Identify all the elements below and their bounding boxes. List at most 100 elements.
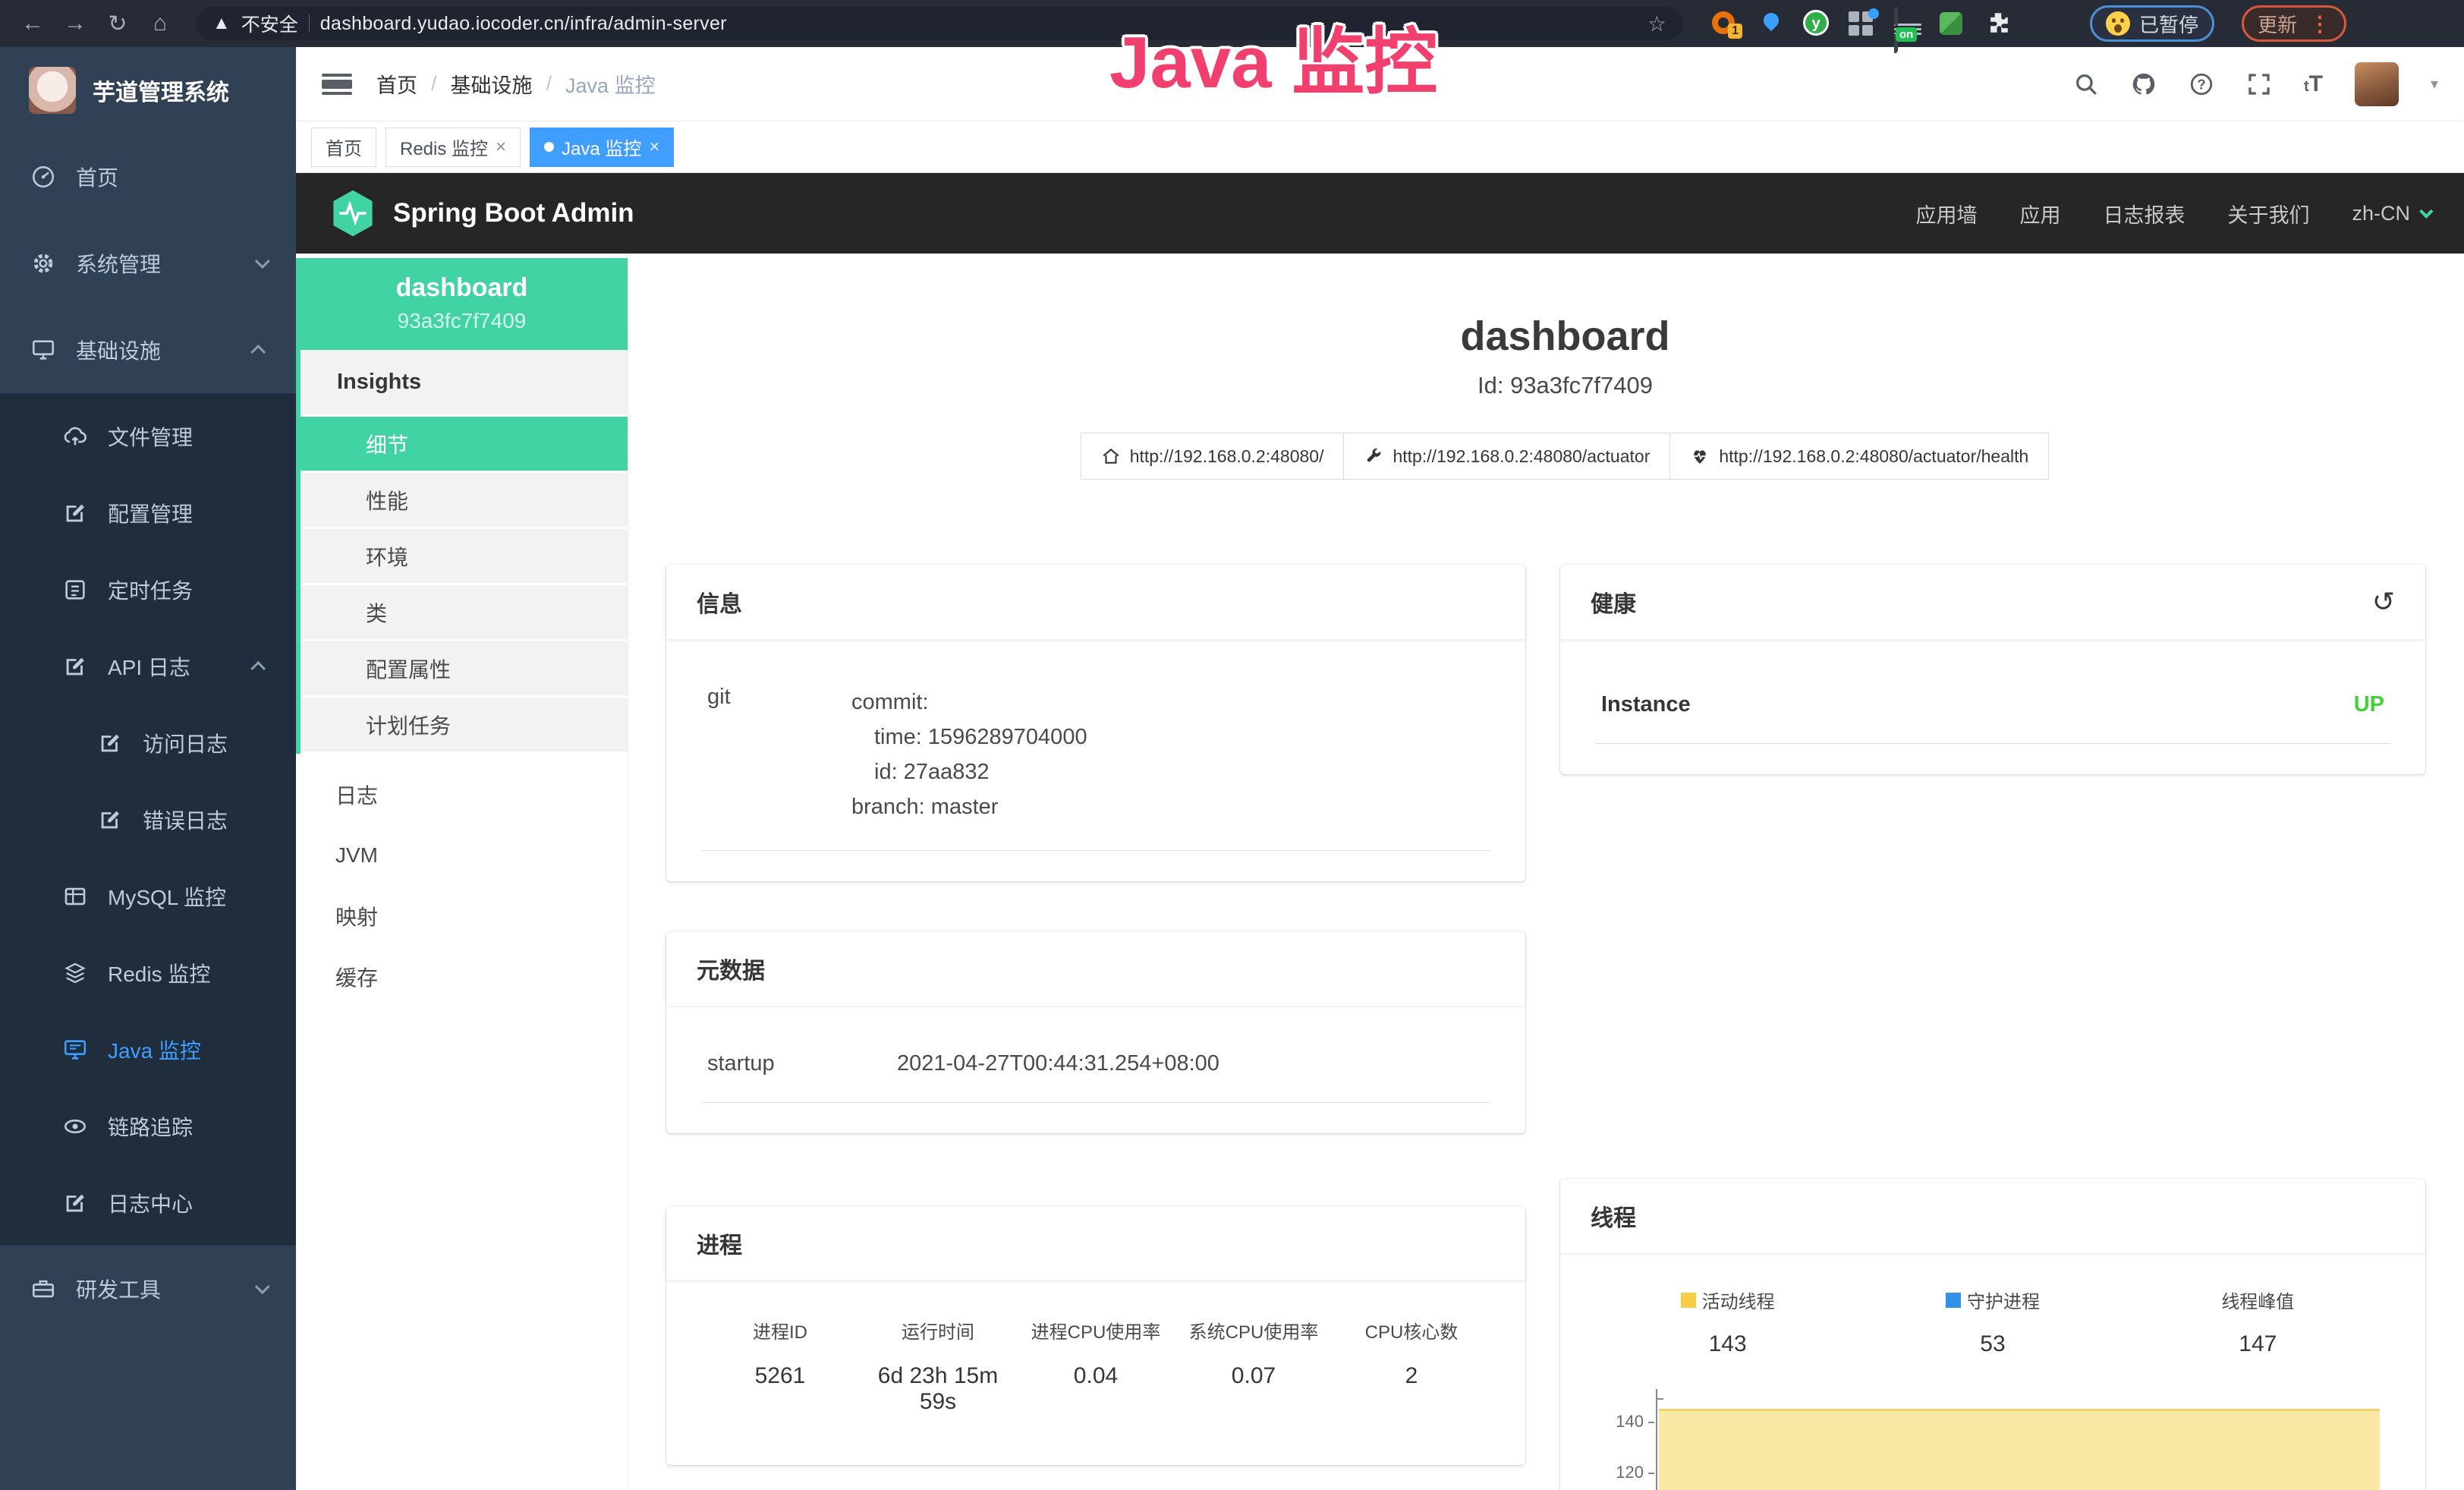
fullscreen-icon[interactable] bbox=[2246, 71, 2272, 97]
y-extension-icon[interactable]: y bbox=[1803, 10, 1830, 37]
health-row-label: Instance bbox=[1601, 692, 1691, 717]
live-threads-area bbox=[1659, 1409, 2380, 1490]
history-icon[interactable]: ↺ bbox=[2372, 591, 2395, 613]
sba-nav-about[interactable]: 关于我们 bbox=[2227, 199, 2309, 228]
sba-item-jvm[interactable]: JVM bbox=[296, 825, 628, 886]
help-icon[interactable]: ? bbox=[2189, 71, 2214, 97]
sba-logo-icon[interactable] bbox=[331, 189, 375, 238]
sba-locale-select[interactable]: zh-CN bbox=[2352, 202, 2429, 225]
breadcrumb-home[interactable]: 首页 bbox=[376, 69, 417, 99]
instance-id-subtitle: Id: 93a3fc7f7409 bbox=[666, 372, 2464, 399]
sba-nav-links: 应用墙 应用 日志报表 关于我们 zh-CN bbox=[1915, 199, 2429, 228]
gear-icon bbox=[30, 250, 56, 276]
update-button[interactable]: 更新 ⋮ bbox=[2242, 5, 2346, 42]
security-label: 不安全 bbox=[241, 10, 298, 37]
sba-item-logs[interactable]: 日志 bbox=[296, 764, 628, 825]
health-instance-row[interactable]: Instance UP bbox=[1595, 665, 2390, 744]
sidebar-item-dev-tools[interactable]: 研发工具 bbox=[0, 1246, 296, 1332]
sba-item-mappings[interactable]: 映射 bbox=[296, 886, 628, 947]
sidebar-item-config-manage[interactable]: 配置管理 bbox=[0, 474, 296, 551]
address-bar[interactable]: ▲ 不安全 dashboard.yudao.iocoder.cn/infra/a… bbox=[196, 7, 1683, 40]
tags-view: 首页 Redis 监控× Java 监控× bbox=[296, 121, 2464, 173]
leaf-extension-icon[interactable] bbox=[1940, 10, 1967, 37]
breadcrumb: 首页 / 基础设施 / Java 监控 bbox=[376, 69, 656, 99]
sba-nav-applications[interactable]: 应用 bbox=[2019, 199, 2060, 228]
health-card: 健康 ↺ Instance UP bbox=[1560, 565, 2425, 774]
sidebar-item-scheduled-jobs[interactable]: 定时任务 bbox=[0, 551, 296, 628]
instance-links: http://192.168.0.2:48080/ http://192.168… bbox=[666, 433, 2464, 480]
sba-item-classes[interactable]: 类 bbox=[301, 585, 628, 641]
live-threads-value: 143 bbox=[1595, 1331, 1860, 1357]
tab-redis-monitor[interactable]: Redis 监控× bbox=[385, 128, 521, 167]
sidebar-item-error-log[interactable]: 错误日志 bbox=[0, 781, 296, 858]
sidebar-item-home[interactable]: 首页 bbox=[0, 134, 296, 220]
forward-icon[interactable]: → bbox=[58, 11, 93, 36]
daemon-threads-value: 53 bbox=[1860, 1331, 2125, 1357]
close-icon[interactable]: × bbox=[496, 137, 506, 158]
extension-icon[interactable]: 1 bbox=[1712, 10, 1739, 37]
chevron-down-icon bbox=[255, 1279, 270, 1294]
sidebar-item-java-monitor[interactable]: Java 监控 bbox=[0, 1011, 296, 1088]
caret-down-icon[interactable]: ▾ bbox=[2431, 74, 2438, 93]
actuator-url-button[interactable]: http://192.168.0.2:48080/actuator bbox=[1343, 433, 1670, 480]
on-extension-icon[interactable]: on bbox=[1894, 10, 1921, 37]
sba-item-config-props[interactable]: 配置属性 bbox=[301, 641, 628, 698]
browser-menu-icon[interactable]: ⋮ bbox=[2309, 11, 2330, 36]
url-text: dashboard.yudao.iocoder.cn/infra/admin-s… bbox=[320, 13, 727, 35]
sba-other-items: 日志 JVM 映射 缓存 bbox=[296, 754, 628, 1007]
sidebar-item-log-center[interactable]: 日志中心 bbox=[0, 1164, 296, 1241]
tab-home[interactable]: 首页 bbox=[311, 128, 376, 167]
sidebar-item-mysql-monitor[interactable]: MySQL 监控 bbox=[0, 858, 296, 934]
breadcrumb-infra[interactable]: 基础设施 bbox=[451, 69, 533, 99]
sba-navbar: Spring Boot Admin 应用墙 应用 日志报表 关于我们 zh-CN bbox=[296, 173, 2464, 254]
threads-card-title: 线程 bbox=[1560, 1179, 2425, 1253]
reload-icon[interactable]: ↻ bbox=[100, 11, 135, 37]
back-icon[interactable]: ← bbox=[15, 11, 50, 36]
edit-icon bbox=[62, 1190, 88, 1216]
sba-item-metrics[interactable]: 性能 bbox=[301, 473, 628, 529]
paused-profile-chip[interactable]: 已暂停 bbox=[2090, 5, 2214, 42]
process-table: 进程ID5261 运行时间6d 23h 15m 59s 进程CPU使用率0.04… bbox=[701, 1306, 1490, 1435]
hamburger-icon[interactable] bbox=[322, 72, 352, 96]
pin-extension-icon[interactable] bbox=[1758, 10, 1785, 37]
sidebar-item-file-manage[interactable]: 文件管理 bbox=[0, 398, 296, 474]
sba-nav-wallboard[interactable]: 应用墙 bbox=[1915, 199, 1977, 228]
user-avatar[interactable] bbox=[2355, 62, 2399, 106]
search-icon[interactable] bbox=[2073, 71, 2099, 97]
bookmark-star-icon[interactable]: ☆ bbox=[1647, 11, 1666, 36]
layers-icon bbox=[62, 960, 88, 986]
sba-item-environment[interactable]: 环境 bbox=[301, 529, 628, 585]
tab-java-monitor[interactable]: Java 监控× bbox=[530, 128, 674, 167]
edit-icon bbox=[97, 807, 123, 833]
sidebar-item-system[interactable]: 系统管理 bbox=[0, 220, 296, 307]
navbar-actions: ? tT ▾ bbox=[2073, 62, 2438, 106]
github-icon[interactable] bbox=[2131, 71, 2157, 97]
metadata-card-title: 元数据 bbox=[666, 931, 1525, 1006]
close-icon[interactable]: × bbox=[649, 137, 659, 158]
info-row-label: git bbox=[707, 685, 851, 824]
sba-nav-journal[interactable]: 日志报表 bbox=[2103, 199, 2185, 228]
sba-main: dashboard Id: 93a3fc7f7409 http://192.16… bbox=[628, 254, 2464, 1490]
sba-instance-header[interactable]: dashboard 93a3fc7f7409 bbox=[296, 258, 628, 350]
sba-item-caches[interactable]: 缓存 bbox=[296, 947, 628, 1007]
sidebar-item-redis-monitor[interactable]: Redis 监控 bbox=[0, 934, 296, 1011]
annotation-text: Java 监控 bbox=[1109, 3, 1437, 109]
dashboard-icon bbox=[30, 164, 56, 190]
home-icon[interactable]: ⌂ bbox=[143, 11, 178, 36]
sba-brand[interactable]: Spring Boot Admin bbox=[393, 198, 634, 228]
breadcrumb-current: Java 监控 bbox=[565, 69, 656, 99]
health-url-button[interactable]: http://192.168.0.2:48080/actuator/health bbox=[1669, 433, 2049, 480]
service-url-button[interactable]: http://192.168.0.2:48080/ bbox=[1081, 433, 1345, 480]
eye-icon bbox=[62, 1114, 88, 1139]
app-logo-row[interactable]: 芋道管理系统 bbox=[0, 47, 296, 134]
puzzle-extensions-icon[interactable] bbox=[1985, 10, 2012, 37]
sidebar-item-infra[interactable]: 基础设施 bbox=[0, 307, 296, 393]
grid-extension-icon[interactable] bbox=[1849, 10, 1876, 37]
sba-item-details[interactable]: 细节 bbox=[301, 417, 628, 473]
sidebar-item-api-log[interactable]: API 日志 bbox=[0, 628, 296, 704]
sidebar-item-tracing[interactable]: 链路追踪 bbox=[0, 1088, 296, 1164]
font-size-icon[interactable]: tT bbox=[2304, 71, 2323, 97]
sidebar-item-access-log[interactable]: 访问日志 bbox=[0, 704, 296, 781]
extensions-area: 1 y on bbox=[1712, 10, 2012, 37]
sba-item-scheduled-tasks[interactable]: 计划任务 bbox=[301, 698, 628, 754]
